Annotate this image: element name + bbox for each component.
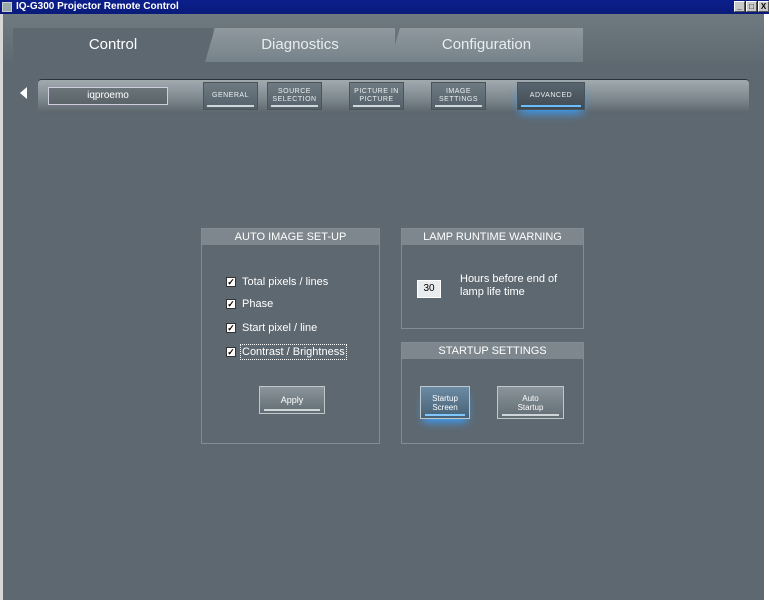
auto-startup-button[interactable]: Auto Startup [497,386,564,419]
nav-source-selection-button[interactable]: SOURCE SELECTION [267,82,322,110]
startup-settings-panel: STARTUP SETTINGS Startup Screen Auto Sta… [401,342,584,444]
title-bar: IQ-G300 Projector Remote Control _ □ X [0,0,769,14]
tab-control[interactable]: Control [13,28,213,62]
option-start-pixel-label: Start pixel / line [242,322,318,334]
minimize-button[interactable]: _ [734,1,745,12]
auto-image-setup-title: AUTO IMAGE SET-UP [202,229,379,245]
maximize-button[interactable]: □ [746,1,757,12]
tab-control-label: Control [88,36,138,53]
option-phase[interactable]: ✓ Phase [226,297,273,311]
checkbox-contrast-brightness[interactable]: ✓ [226,347,236,357]
close-button[interactable]: X [758,1,769,12]
option-start-pixel[interactable]: ✓ Start pixel / line [226,321,317,335]
nav-advanced-button[interactable]: ADVANCED [517,82,585,110]
apply-button[interactable]: Apply [259,386,325,414]
option-contrast-brightness[interactable]: ✓ Contrast / Brightness [226,344,347,360]
window-title: IQ-G300 Projector Remote Control [16,1,179,12]
checkbox-total-pixels[interactable]: ✓ [226,277,236,287]
lamp-hours-input[interactable]: 30 [417,280,441,298]
startup-screen-button[interactable]: Startup Screen [420,386,470,419]
option-total-pixels-label: Total pixels / lines [242,276,329,288]
lamp-runtime-warning-panel: LAMP RUNTIME WARNING 30 Hours before end… [401,228,584,329]
app-icon [2,2,12,12]
startup-settings-title: STARTUP SETTINGS [402,343,583,359]
tab-configuration[interactable]: Configuration [390,28,583,62]
nav-general-button[interactable]: GENERAL [203,82,258,110]
lamp-runtime-warning-title: LAMP RUNTIME WARNING [402,229,583,245]
back-arrow-icon[interactable] [20,87,27,99]
option-contrast-brightness-label: Contrast / Brightness [240,344,347,360]
checkbox-phase[interactable]: ✓ [226,299,236,309]
tab-diagnostics[interactable]: Diagnostics [205,28,395,62]
option-total-pixels[interactable]: ✓ Total pixels / lines [226,275,328,289]
main-tab-bar: Control Diagnostics Configuration [3,14,764,62]
lamp-hours-description: Hours before end of lamp life time [460,273,558,298]
nav-image-settings-button[interactable]: IMAGE SETTINGS [431,82,486,110]
device-name-field[interactable]: iqproemo [48,87,168,105]
option-phase-label: Phase [242,298,274,310]
nav-picture-in-picture-button[interactable]: PICTURE IN PICTURE [349,82,404,110]
checkbox-start-pixel[interactable]: ✓ [226,323,236,333]
tab-diagnostics-label: Diagnostics [261,36,339,53]
auto-image-setup-panel: AUTO IMAGE SET-UP ✓ Total pixels / lines… [201,228,380,444]
tab-configuration-label: Configuration [441,36,532,53]
